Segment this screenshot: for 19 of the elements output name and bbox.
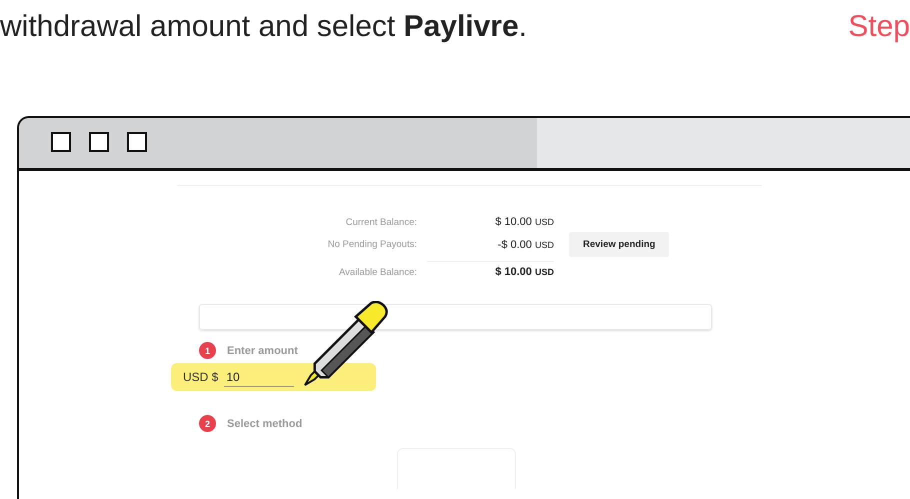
instruction-text: withdrawal amount and select Paylivre.: [0, 10, 527, 44]
step-label: Select method: [227, 418, 302, 430]
window-square-icon: [127, 132, 147, 152]
step-number-badge: 1: [199, 342, 216, 359]
step-number-badge: 2: [199, 415, 216, 432]
balance-amount: $ 10.00 USD: [494, 216, 554, 228]
window-square-icon: [89, 132, 109, 152]
review-pending-button[interactable]: Review pending: [569, 232, 670, 257]
window-square-icon: [51, 132, 71, 152]
step-label: Step: [848, 10, 910, 44]
step-label: Enter amount: [227, 344, 298, 356]
balance-label: Current Balance:: [344, 216, 417, 228]
balance-amount: $ 10.00 USD: [494, 266, 554, 278]
balance-amount: -$ 0.00 USD: [496, 238, 554, 250]
input-field[interactable]: [199, 304, 712, 330]
amount-input[interactable]: 10: [224, 368, 294, 386]
currency-prefix: USD $: [183, 370, 218, 384]
balance-label: Available Balance:: [338, 266, 417, 278]
balance-label: No Pending Payouts:: [326, 239, 417, 250]
